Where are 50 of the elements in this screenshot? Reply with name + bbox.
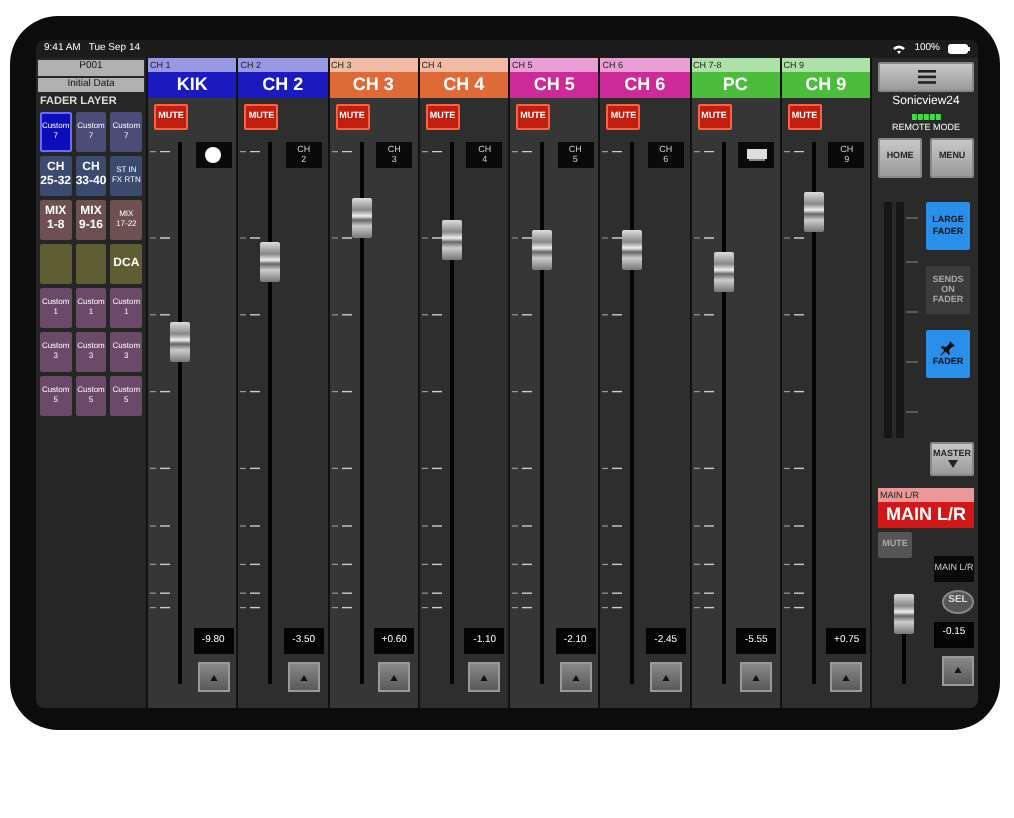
channel-name[interactable]: CH 5 — [510, 72, 599, 98]
fader-track[interactable] — [260, 142, 281, 684]
fader-knob[interactable] — [532, 230, 552, 271]
up-arrow-icon — [299, 673, 308, 681]
wifi-icon — [892, 44, 907, 54]
up-button[interactable] — [830, 662, 863, 692]
fader-track[interactable] — [894, 593, 914, 684]
up-arrow-icon — [209, 673, 218, 681]
circle-icon — [204, 146, 223, 164]
fader-track[interactable] — [532, 142, 552, 684]
up-button[interactable] — [197, 662, 230, 692]
up-button[interactable] — [649, 662, 682, 692]
channel-name[interactable]: CH 6 — [600, 72, 689, 98]
up-button[interactable] — [942, 655, 974, 686]
fader-track[interactable] — [622, 142, 643, 684]
channel-name[interactable]: CH 2 — [238, 72, 327, 98]
menu-button[interactable] — [878, 62, 974, 92]
fader-knob[interactable] — [803, 192, 824, 233]
channel-name[interactable]: KIK — [148, 72, 237, 98]
menu-icon — [917, 70, 935, 84]
fader-knob[interactable] — [351, 197, 371, 238]
fader-track[interactable] — [713, 142, 733, 684]
up-button[interactable] — [559, 662, 592, 692]
up-arrow-icon — [954, 666, 962, 675]
device-icon — [745, 148, 768, 162]
caret-icon — [947, 459, 957, 467]
up-button[interactable] — [468, 662, 501, 692]
fader-knob[interactable] — [894, 593, 914, 634]
up-arrow-icon — [390, 673, 399, 681]
fader-knob[interactable] — [260, 241, 281, 282]
battery-icon — [948, 44, 970, 54]
up-arrow-icon — [752, 673, 761, 681]
up-button[interactable] — [287, 662, 320, 692]
fader-knob[interactable] — [622, 230, 643, 271]
up-button[interactable] — [378, 662, 411, 692]
up-arrow-icon — [480, 673, 489, 681]
fader-track[interactable] — [441, 142, 462, 684]
channel-name[interactable]: MAIN L/R — [878, 501, 974, 528]
signal-indicator-icon — [911, 113, 941, 120]
fader-track[interactable] — [803, 142, 824, 684]
fader-track[interactable] — [170, 142, 190, 684]
up-arrow-icon — [842, 673, 851, 681]
fader-knob[interactable] — [170, 322, 190, 363]
up-button[interactable] — [740, 662, 773, 692]
fader-knob[interactable] — [441, 219, 462, 260]
fader-knob[interactable] — [713, 252, 733, 293]
up-arrow-icon — [571, 673, 580, 681]
pin-icon — [940, 339, 956, 356]
up-arrow-icon — [661, 673, 670, 681]
fader-track[interactable] — [351, 142, 371, 684]
